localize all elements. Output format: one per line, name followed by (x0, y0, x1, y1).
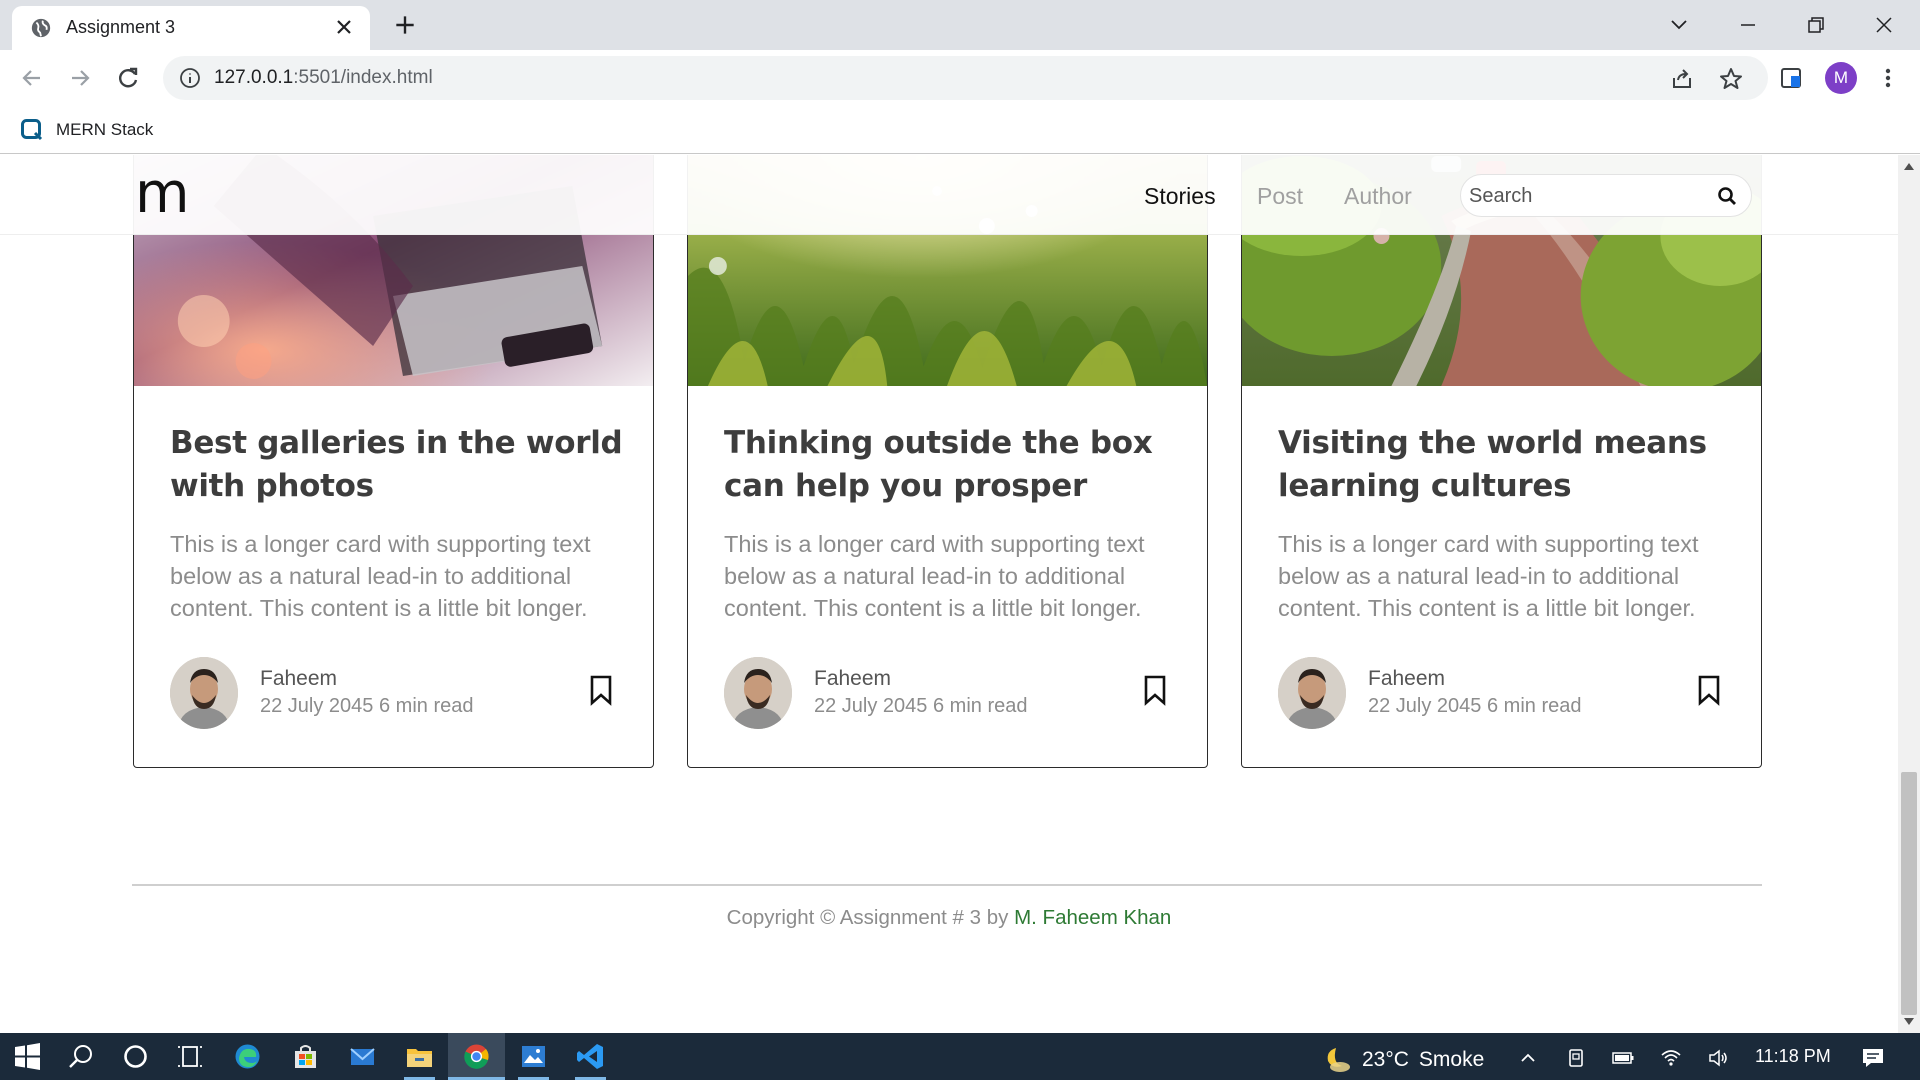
reload-icon[interactable] (114, 64, 142, 92)
close-tab-icon[interactable] (332, 15, 356, 39)
kebab-menu-icon[interactable] (1874, 64, 1902, 92)
windows-start-icon[interactable] (12, 1041, 43, 1072)
chevron-up-icon[interactable] (1517, 1047, 1539, 1069)
share-icon[interactable] (1669, 66, 1695, 92)
search-taskbar-icon[interactable] (66, 1041, 97, 1072)
post-meta: 22 July 2045 6 min read (1368, 695, 1582, 717)
notifications-icon[interactable] (1860, 1045, 1886, 1071)
bookmark-favicon-icon (21, 119, 43, 141)
tab-title: Assignment 3 (66, 17, 176, 37)
volume-icon[interactable] (1707, 1047, 1729, 1069)
search-input[interactable] (1469, 180, 1709, 212)
temperature: 23°C (1362, 1048, 1409, 1071)
url-host: 127.0.0.1 (214, 67, 294, 88)
copyright-text: Copyright © Assignment # 3 by (726, 906, 1009, 929)
bookmark-icon[interactable] (586, 674, 616, 706)
author-name[interactable]: Faheem (1368, 667, 1445, 691)
bookmark-icon[interactable] (1140, 674, 1170, 706)
url-text[interactable]: 127.0.0.1:5501/index.html (214, 67, 433, 89)
url-path: :5501/index.html (293, 67, 433, 88)
address-bar[interactable]: 127.0.0.1:5501/index.html (163, 56, 1768, 100)
scroll-down-icon[interactable] (1904, 1018, 1914, 1025)
weather-widget[interactable]: 23°C Smoke (1318, 1045, 1484, 1075)
search-icon[interactable] (1717, 186, 1737, 206)
moon-cloud-icon (1327, 1048, 1350, 1072)
bookmark-icon[interactable] (1694, 674, 1724, 706)
close-window-icon[interactable] (1869, 10, 1899, 40)
browser-toolbar: 127.0.0.1:5501/index.html M (0, 50, 1920, 106)
weather-condition: Smoke (1418, 1048, 1485, 1071)
wifi-icon[interactable] (1660, 1047, 1682, 1069)
nav-post[interactable]: Post (1257, 183, 1303, 210)
author-name[interactable]: Faheem (814, 667, 891, 691)
post-meta: 22 July 2045 6 min read (260, 695, 474, 717)
site-info-icon[interactable] (179, 67, 201, 89)
windows-taskbar: 23°C Smoke 11:18 PM (0, 1033, 1920, 1080)
star-bookmark-icon[interactable] (1718, 66, 1744, 92)
mail-icon[interactable] (347, 1041, 378, 1072)
browser-tab[interactable]: Assignment 3 (12, 6, 370, 50)
restore-icon[interactable] (1801, 10, 1831, 40)
side-panel-icon[interactable] (1777, 64, 1805, 92)
avatar (724, 657, 792, 729)
card-text: This is a longer card with supporting te… (1278, 531, 1699, 621)
store-icon[interactable] (290, 1041, 321, 1072)
nav-author[interactable]: Author (1344, 183, 1412, 210)
profile-avatar[interactable]: M (1825, 62, 1857, 94)
card-title[interactable]: Visiting the world means learning cultur… (1278, 422, 1738, 508)
post-meta: 22 July 2045 6 min read (814, 695, 1028, 717)
article-card[interactable]: Best galleries in the world with photos … (133, 155, 654, 768)
article-card[interactable]: Thinking outside the box can help you pr… (687, 155, 1208, 768)
forward-arrow-icon[interactable] (66, 64, 94, 92)
card-text: This is a longer card with supporting te… (170, 531, 591, 621)
bookmarks-bar: MERN Stack (0, 106, 1920, 154)
edge-icon[interactable] (232, 1041, 263, 1072)
search-box[interactable] (1460, 174, 1752, 217)
bookmark-label: MERN Stack (56, 120, 154, 139)
avatar (1278, 657, 1346, 729)
card-author-row: Faheem 22 July 2045 6 min read (170, 657, 618, 733)
page-scrollbar[interactable] (1898, 155, 1920, 1033)
browser-tab-strip: Assignment 3 (0, 0, 1920, 50)
footer-divider (132, 884, 1762, 886)
page-viewport[interactable]: Best galleries in the world with photos … (0, 155, 1898, 1033)
back-arrow-icon[interactable] (18, 64, 46, 92)
battery-icon[interactable] (1612, 1047, 1634, 1069)
site-logo[interactable]: m (135, 159, 190, 229)
author-name[interactable]: Faheem (260, 667, 337, 691)
article-card[interactable]: Visiting the world means learning cultur… (1241, 155, 1762, 768)
file-explorer-icon[interactable] (404, 1041, 435, 1072)
site-header: m Stories Post Author (0, 155, 1898, 235)
scrollbar-thumb[interactable] (1901, 772, 1917, 1015)
card-author-row: Faheem 22 July 2045 6 min read (1278, 657, 1726, 733)
minimize-icon[interactable] (1733, 10, 1763, 40)
owner-link[interactable]: M. Faheem Khan (1014, 906, 1171, 929)
vscode-icon[interactable] (575, 1041, 606, 1072)
photos-icon[interactable] (518, 1041, 549, 1072)
card-text: This is a longer card with supporting te… (724, 531, 1145, 621)
cortana-icon[interactable] (120, 1041, 151, 1072)
card-title[interactable]: Best galleries in the world with photos (170, 422, 630, 508)
task-view-icon[interactable] (174, 1041, 205, 1072)
scroll-up-icon[interactable] (1904, 163, 1914, 170)
device-icon[interactable] (1565, 1047, 1587, 1069)
tab-search-chevron-icon[interactable] (1664, 10, 1694, 40)
chrome-icon[interactable] (461, 1041, 492, 1072)
new-tab-icon[interactable] (392, 12, 418, 38)
bookmark-mern-stack[interactable]: MERN Stack (20, 115, 153, 145)
globe-icon (31, 18, 51, 38)
clock[interactable]: 11:18 PM (1755, 1046, 1831, 1067)
card-title[interactable]: Thinking outside the box can help you pr… (724, 422, 1184, 508)
avatar (170, 657, 238, 729)
card-author-row: Faheem 22 July 2045 6 min read (724, 657, 1172, 733)
nav-stories[interactable]: Stories (1144, 183, 1216, 210)
copyright: Copyright © Assignment # 3 by M. Faheem … (0, 906, 1898, 930)
